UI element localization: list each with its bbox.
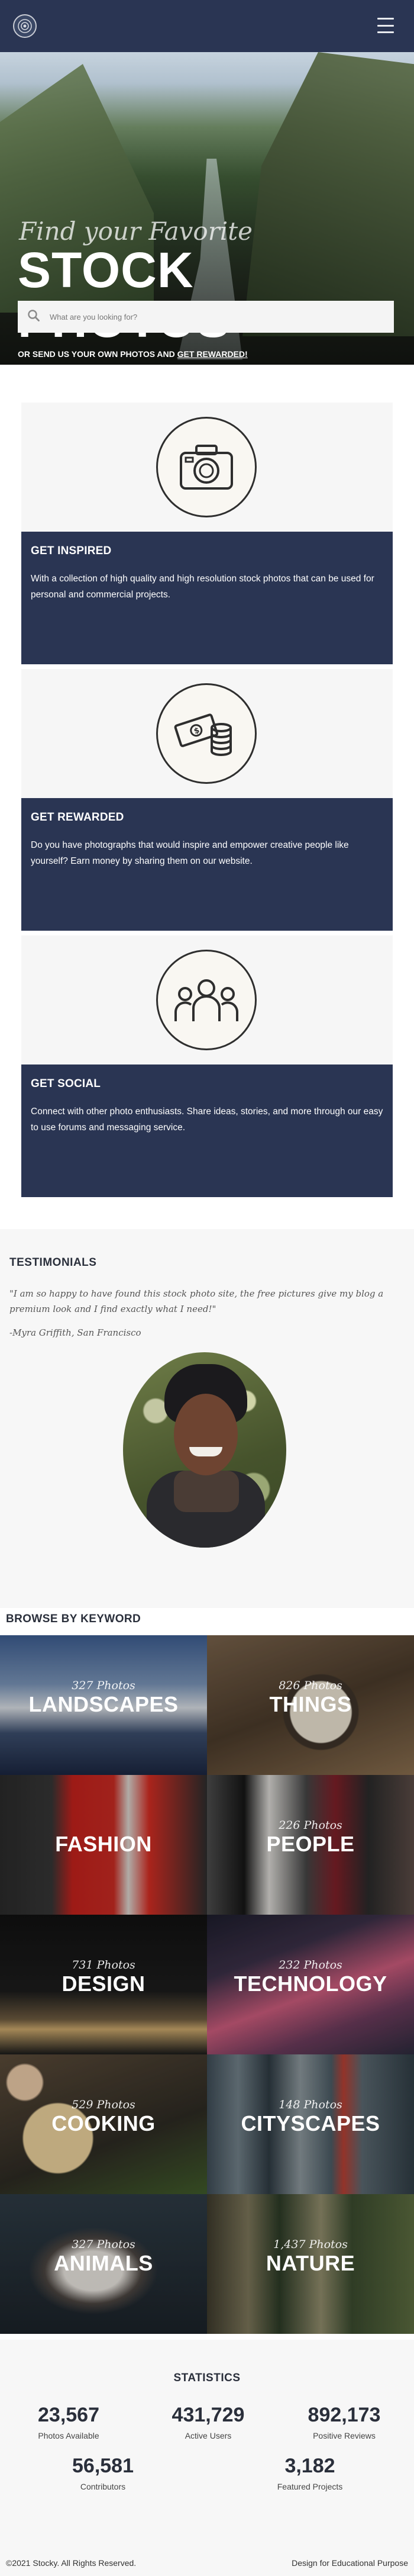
browse-by-keyword-section: BROWSE BY KEYWORD 327 Photos LANDSCAPES …	[0, 1608, 414, 2340]
feature-card-rewarded: $ GET REWARDED Do you have photographs t…	[21, 669, 393, 931]
stat-label: Active Users	[185, 2431, 232, 2440]
testimonials-heading: TESTIMONIALS	[9, 1256, 97, 1269]
search-icon[interactable]	[27, 309, 40, 325]
search-bar[interactable]	[18, 301, 394, 333]
keyword-tile-landscapes[interactable]: 327 Photos LANDSCAPES	[0, 1635, 207, 1775]
tile-name: LANDSCAPES	[28, 1692, 179, 1716]
feature-title: GET REWARDED	[31, 811, 124, 824]
stat-label: Contributors	[80, 2482, 126, 2491]
testimonial-quote: "I am so happy to have found this stock …	[9, 1288, 384, 1314]
statistics-section: STATISTICS 23,567 Photos Available 431,7…	[0, 2340, 414, 2576]
testimonial-avatar	[123, 1352, 286, 1548]
tile-count: 1,437 Photos	[273, 2238, 348, 2251]
search-input[interactable]	[48, 311, 382, 322]
get-rewarded-link[interactable]: GET REWARDED!	[177, 349, 248, 359]
keyword-tile-nature[interactable]: 1,437 Photos NATURE	[207, 2194, 414, 2334]
stat-label: Photos Available	[38, 2431, 99, 2440]
features-section: GET INSPIRED With a collection of high q…	[0, 365, 414, 1229]
keyword-tile-people[interactable]: 226 Photos PEOPLE	[207, 1775, 414, 1915]
stat-value: 431,729	[172, 2404, 245, 2426]
stat-positive-reviews: 892,173 Positive Reviews	[279, 2405, 409, 2440]
stat-contributors: 56,581 Contributors	[38, 2456, 168, 2491]
tile-name: COOKING	[51, 2111, 156, 2136]
keyword-tile-cooking[interactable]: 529 Photos COOKING	[0, 2054, 207, 2194]
stat-value: 23,567	[38, 2404, 99, 2426]
tile-name: ANIMALS	[54, 2251, 153, 2275]
tile-count: 529 Photos	[72, 2098, 135, 2111]
keywords-heading: BROWSE BY KEYWORD	[6, 1613, 141, 1625]
stat-label: Featured Projects	[277, 2482, 343, 2491]
camera-icon	[156, 417, 257, 517]
stat-value: 892,173	[308, 2404, 381, 2426]
statistics-heading: STATISTICS	[173, 2372, 241, 2384]
keyword-tile-things[interactable]: 826 Photos THINGS	[207, 1635, 414, 1775]
tile-count: 226 Photos	[279, 1819, 342, 1832]
hero-banner: Find your Favorite STOCK PHOTOS OR SEND …	[0, 52, 414, 365]
tile-count: 232 Photos	[279, 1958, 342, 1972]
tile-name: THINGS	[269, 1692, 352, 1716]
stat-featured-projects: 3,182 Featured Projects	[245, 2456, 375, 2491]
hamburger-menu-icon[interactable]	[377, 18, 394, 33]
feature-title: GET SOCIAL	[31, 1078, 101, 1090]
stat-label: Positive Reviews	[313, 2431, 376, 2440]
feature-text: Do you have photographs that would inspi…	[31, 840, 349, 866]
site-header	[0, 0, 414, 52]
tile-name: FASHION	[55, 1832, 152, 1856]
feature-text: With a collection of high quality and hi…	[31, 574, 374, 600]
tile-count: 826 Photos	[279, 1679, 342, 1692]
keyword-tile-technology[interactable]: 232 Photos TECHNOLOGY	[207, 1915, 414, 2054]
camera-aperture-logo-icon[interactable]	[13, 14, 37, 38]
stat-value: 56,581	[72, 2455, 134, 2477]
footer-note: Design for Educational Purpose	[292, 2558, 408, 2568]
money-coins-icon: $	[156, 683, 257, 784]
tile-count: 327 Photos	[72, 2238, 135, 2251]
keyword-tile-cityscapes[interactable]: 148 Photos CITYSCAPES	[207, 2054, 414, 2194]
testimonials-section: TESTIMONIALS "I am so happy to have foun…	[0, 1229, 414, 1608]
keyword-tile-fashion[interactable]: FASHION	[0, 1775, 207, 1915]
tile-count: 327 Photos	[72, 1679, 135, 1692]
stat-active-users: 431,729 Active Users	[143, 2405, 273, 2440]
feature-text: Connect with other photo enthusiasts. Sh…	[31, 1107, 383, 1133]
testimonial-author: -Myra Griffith, San Francisco	[9, 1327, 141, 1338]
stat-value: 3,182	[284, 2455, 335, 2477]
tile-name: TECHNOLOGY	[234, 1972, 387, 1996]
hero-subtitle: Find your Favorite	[19, 217, 253, 246]
feature-title: GET INSPIRED	[31, 545, 112, 557]
site-footer: ©2021 Stocky. All Rights Reserved. Desig…	[0, 2550, 414, 2576]
hero-cta-text: OR SEND US YOUR OWN PHOTOS AND	[18, 349, 177, 359]
tile-name: DESIGN	[62, 1972, 145, 1996]
tile-name: PEOPLE	[266, 1832, 355, 1856]
feature-card-social: GET SOCIAL Connect with other photo enth…	[21, 935, 393, 1197]
people-group-icon	[156, 950, 257, 1050]
tile-name: CITYSCAPES	[241, 2111, 380, 2136]
hero-cta: OR SEND US YOUR OWN PHOTOS AND GET REWAR…	[18, 349, 248, 359]
tile-count: 731 Photos	[72, 1958, 135, 1972]
feature-card-inspired: GET INSPIRED With a collection of high q…	[21, 403, 393, 664]
stat-photos-available: 23,567 Photos Available	[4, 2405, 134, 2440]
tile-count: 148 Photos	[279, 2098, 342, 2111]
keyword-tile-animals[interactable]: 327 Photos ANIMALS	[0, 2194, 207, 2334]
footer-copyright: ©2021 Stocky. All Rights Reserved.	[6, 2558, 137, 2568]
keyword-tile-design[interactable]: 731 Photos DESIGN	[0, 1915, 207, 2054]
tile-name: NATURE	[266, 2251, 355, 2275]
